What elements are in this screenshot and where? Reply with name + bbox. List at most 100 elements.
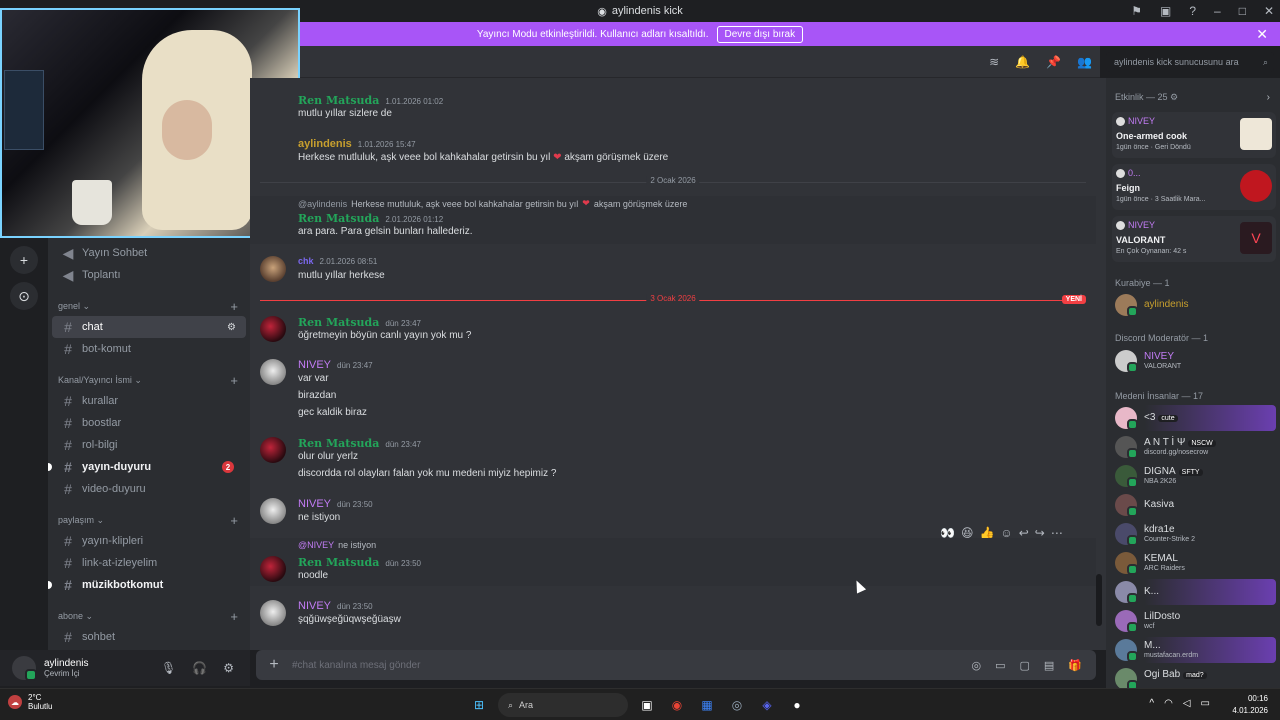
member-item[interactable]: <3 cute — [1112, 405, 1276, 431]
chevron-right-icon[interactable]: › — [1267, 92, 1270, 103]
message-author[interactable]: NIVEY — [298, 600, 331, 612]
member-item[interactable]: kdra1e Counter-Strike 2 — [1112, 521, 1276, 547]
message-input[interactable]: #chat kanalına mesaj gönder — [292, 660, 971, 671]
taskbar-search[interactable]: ⌕ Ara — [498, 693, 628, 717]
windows-start-icon[interactable]: ⊞ — [468, 694, 490, 716]
minimize-button[interactable]: – — [1214, 4, 1221, 18]
channel-kurallar[interactable]: # kurallar — [52, 390, 246, 412]
category-paylasim[interactable]: paylaşım ⌄ + — [48, 510, 250, 530]
member-item[interactable]: K... — [1112, 579, 1276, 605]
avatar[interactable] — [260, 437, 286, 463]
weather-widget[interactable]: ☁ 2°C Bulutlu — [8, 693, 52, 711]
close-icon[interactable]: ✕ — [1256, 26, 1268, 43]
chat-scrollbar[interactable] — [1096, 574, 1102, 626]
channel-yayin-klipleri[interactable]: # yayın-klipleri — [52, 530, 246, 552]
message-author[interactable]: Ren Matsuda — [298, 212, 379, 225]
inbox-icon[interactable]: ⚑ — [1131, 4, 1142, 18]
user-name[interactable]: aylindenis — [44, 658, 88, 669]
clock[interactable]: 00:16 4.01.2026 — [1232, 693, 1268, 717]
maximize-button[interactable]: □ — [1239, 4, 1246, 18]
channel-video-duyuru[interactable]: # video-duyuru — [52, 478, 246, 500]
threads-icon[interactable]: ≋ — [989, 55, 999, 69]
category-abone[interactable]: abone ⌄ + — [48, 606, 250, 626]
member-item[interactable]: Kasiva — [1112, 492, 1276, 518]
channel-yayin-duyuru[interactable]: # yayın-duyuru 2 — [48, 456, 246, 478]
discord-icon[interactable]: ◈ — [756, 694, 778, 716]
explore-servers-icon[interactable]: ⊙ — [10, 282, 38, 310]
pin-icon[interactable]: 📌 — [1046, 55, 1061, 69]
voice-channel-yayin-sohbet[interactable]: ◀ Yayın Sohbet — [52, 242, 246, 264]
message-author[interactable]: chk — [298, 256, 314, 266]
member-item[interactable]: Ogi Bab mad? — [1112, 666, 1276, 688]
member-item[interactable]: M... mustafacan.erdm — [1112, 637, 1276, 663]
chrome-icon[interactable]: ◉ — [666, 694, 688, 716]
gif-icon[interactable]: ▭ — [995, 659, 1005, 672]
add-channel-icon[interactable]: + — [230, 373, 238, 388]
channel-settings-icon[interactable]: ⚙ — [227, 322, 236, 333]
search-input[interactable]: aylindenis kick sunucusunu ara ⌕ — [1106, 52, 1274, 72]
voice-channel-toplanti[interactable]: ◀ Toplantı — [52, 264, 246, 286]
message-author[interactable]: Ren Matsuda — [298, 556, 379, 569]
avatar[interactable] — [12, 656, 37, 681]
channel-muzikbotkomut[interactable]: # müzikbotkomut — [48, 574, 246, 596]
message-author[interactable]: Ren Matsuda — [298, 94, 379, 107]
member-item[interactable]: LilDosto wcf — [1112, 608, 1276, 634]
activity-card[interactable]: NIVEY VALORANT En Çok Oynanan: 42 s V — [1112, 216, 1276, 262]
screen-icon[interactable]: ▣ — [1160, 4, 1171, 18]
category-kanal[interactable]: Kanal/Yayıncı İsmi ⌄ + — [48, 370, 250, 390]
task-view-icon[interactable]: ▣ — [636, 694, 658, 716]
gear-icon[interactable]: ⚙ — [223, 661, 234, 675]
add-channel-icon[interactable]: + — [230, 513, 238, 528]
store-icon[interactable]: ▦ — [696, 694, 718, 716]
avatar[interactable] — [260, 256, 286, 282]
attach-icon[interactable]: + — [256, 656, 292, 674]
channel-sohbet[interactable]: # sohbet — [52, 626, 246, 648]
chevron-up-icon[interactable]: ^ — [1149, 698, 1154, 709]
category-genel[interactable]: genel ⌄ + — [48, 296, 250, 316]
help-icon[interactable]: ? — [1189, 4, 1196, 18]
add-channel-icon[interactable]: + — [230, 609, 238, 624]
volume-icon[interactable]: ◁ — [1183, 698, 1191, 709]
channel-bot-komut[interactable]: # bot-komut — [52, 338, 246, 360]
battery-icon[interactable]: ▭ — [1201, 698, 1210, 709]
reply-mention[interactable]: @aylindenis — [298, 199, 347, 209]
reply-preview[interactable]: @NIVEY ne istiyon — [298, 540, 376, 550]
member-item[interactable]: aylindenis — [1112, 292, 1276, 318]
avatar[interactable] — [260, 556, 286, 582]
message-author[interactable]: NIVEY — [298, 498, 331, 510]
gift-icon[interactable]: 🎁 — [1068, 659, 1082, 672]
message-author[interactable]: aylindenis — [298, 138, 352, 150]
message-author[interactable]: Ren Matsuda — [298, 437, 379, 450]
member-item[interactable]: A N T İ Ψ NSCW discord.gg/nosecrow — [1112, 434, 1276, 460]
message-author[interactable]: Ren Matsuda — [298, 316, 379, 329]
message-composer[interactable]: + #chat kanalına mesaj gönder ◎ ▭ ▢ ▤ 🎁 — [256, 650, 1096, 680]
reply-preview[interactable]: @aylindenis Herkese mutluluk, aşk veee bo… — [298, 198, 687, 209]
events-header[interactable]: Etkinlik — 25 ⚙ — [1115, 92, 1178, 103]
avatar[interactable] — [260, 316, 286, 342]
headphones-icon[interactable]: 🎧 — [192, 661, 207, 675]
close-button[interactable]: ✕ — [1264, 4, 1274, 18]
sticker-icon[interactable]: ▢ — [1019, 659, 1029, 672]
member-item[interactable]: KEMAL ARC Raiders — [1112, 550, 1276, 576]
reply-mention[interactable]: @NIVEY — [298, 540, 334, 550]
member-item[interactable]: DIGNA SFTY NBA 2K26 — [1112, 463, 1276, 489]
message-author[interactable]: NIVEY — [298, 359, 331, 371]
image-icon[interactable]: ▤ — [1044, 659, 1054, 672]
member-item[interactable]: NIVEY VALORANT — [1112, 348, 1276, 374]
activity-card[interactable]: NIVEY One-armed cook 1gün önce · Geri Dö… — [1112, 112, 1276, 158]
app-icon[interactable]: ● — [786, 694, 808, 716]
members-icon[interactable]: 👥 — [1077, 55, 1092, 69]
apps-icon[interactable]: ◎ — [971, 659, 981, 672]
avatar[interactable] — [260, 600, 286, 626]
microphone-icon[interactable]: 🎙 — [161, 661, 176, 675]
channel-chat[interactable]: # chat ⚙ — [52, 316, 246, 338]
activity-card[interactable]: 0... Feign 1gün önce · 3 Saatlik Mara... — [1112, 164, 1276, 210]
network-icon[interactable]: ◠ — [1164, 698, 1173, 709]
channel-rol-bilgi[interactable]: # rol-bilgi — [52, 434, 246, 456]
bell-icon[interactable]: 🔔 — [1015, 55, 1030, 69]
channel-boostlar[interactable]: # boostlar — [52, 412, 246, 434]
disable-streamer-mode-button[interactable]: Devre dışı bırak — [716, 25, 804, 43]
add-channel-icon[interactable]: + — [230, 299, 238, 314]
channel-link-at-izleyelim[interactable]: # link-at-izleyelim — [52, 552, 246, 574]
avatar[interactable] — [260, 498, 286, 524]
